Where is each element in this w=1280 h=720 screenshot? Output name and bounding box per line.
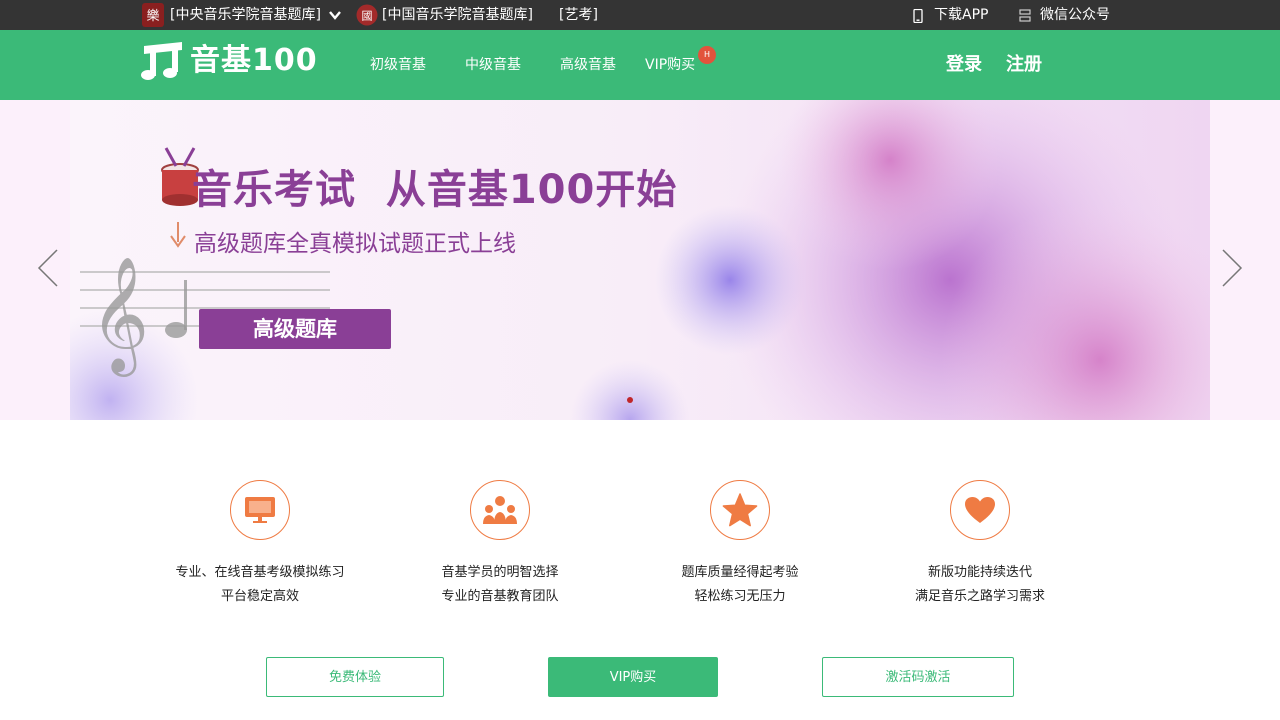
feature-text-line: 轻松练习无压力 (694, 589, 786, 604)
vip-buy-button[interactable]: VIP购买 (548, 657, 718, 697)
nav-item-advanced[interactable]: 高级音基 (560, 30, 616, 100)
banner-background: 𝄞 (70, 100, 1210, 420)
banner-carousel: 𝄞 音乐考试 从音基100开始 高级题库全真模拟试题正式上线 高级题库 (0, 100, 1280, 420)
svg-text:𝄞: 𝄞 (90, 255, 149, 377)
feature-text-line: 音基学员的明智选择 (441, 565, 559, 580)
feature-text-line: 题库质量经得起考验 (681, 565, 799, 580)
group-icon (483, 496, 517, 524)
ccom-question-bank-link[interactable]: [中国音乐学院音基题库] (382, 0, 533, 30)
banner-slide[interactable]: 𝄞 音乐考试 从音基100开始 高级题库全真模拟试题正式上线 高级题库 (70, 100, 1210, 420)
svg-text:樂: 樂 (146, 8, 159, 24)
carousel-next-arrow[interactable] (1221, 248, 1243, 288)
top-bar: 樂 [中央音乐学院音基题库] 國 [中国音乐学院音基题库] [艺考] 下载APP… (0, 0, 1280, 30)
activation-code-button[interactable]: 激活码激活 (822, 657, 1014, 697)
heart-icon (965, 497, 995, 523)
star-icon (722, 493, 758, 527)
feature-icon-wrap (950, 480, 1010, 540)
banner-advanced-bank-button[interactable]: 高级题库 (199, 309, 391, 349)
register-link[interactable]: 注册 (1006, 30, 1042, 100)
nav-item-beginner[interactable]: 初级音基 (370, 30, 426, 100)
wechat-account-link[interactable]: 微信公众号 (1040, 0, 1110, 30)
banner-subline: 高级题库全真模拟试题正式上线 (194, 231, 516, 257)
nav-item-intermediate[interactable]: 中级音基 (465, 30, 521, 100)
hot-badge: H (698, 46, 716, 64)
feature-text-line: 平台稳定高效 (220, 589, 299, 604)
free-trial-button[interactable]: 免费体验 (266, 657, 444, 697)
nav-item-vip[interactable]: VIP购买 (645, 30, 695, 100)
feature-text-line: 新版功能持续迭代 (927, 565, 1032, 580)
logo-text: 音基100 (190, 43, 318, 78)
feature-icon-wrap (710, 480, 770, 540)
login-link[interactable]: 登录 (946, 30, 982, 100)
feature-icon-wrap (230, 480, 290, 540)
svg-text:國: 國 (362, 10, 373, 23)
ccom-logo-icon: 國 (356, 4, 378, 26)
carousel-prev-arrow[interactable] (37, 248, 59, 288)
ccm-logo-icon: 樂 (142, 3, 164, 27)
art-exam-link[interactable]: [艺考] (559, 0, 598, 30)
banner-headline: 音乐考试 从音基100开始 (192, 167, 678, 213)
carousel-dot[interactable] (627, 397, 633, 403)
download-app-link[interactable]: 下载APP (934, 0, 988, 30)
phone-icon (913, 9, 923, 23)
monitor-icon (245, 497, 275, 523)
main-nav: 音基100 初级音基 中级音基 高级音基 VIP购买 H 登录 注册 (0, 30, 1280, 100)
feature-text-line: 满足音乐之路学习需求 (914, 589, 1045, 604)
wechat-icon (1019, 9, 1031, 22)
feature-item: 专业、在线音基考级模拟练习 平台稳定高效 (140, 480, 380, 609)
feature-item: 题库质量经得起考验 轻松练习无压力 (620, 480, 860, 609)
feature-icon-wrap (470, 480, 530, 540)
ccm-question-bank-link[interactable]: [中央音乐学院音基题库] (170, 0, 321, 30)
chevron-down-icon[interactable] (328, 9, 342, 21)
feature-text-line: 专业的音基教育团队 (441, 589, 559, 604)
feature-text-line: 专业、在线音基考级模拟练习 (175, 565, 345, 580)
music-note-logo-icon (141, 42, 182, 80)
site-logo[interactable]: 音基100 (140, 40, 335, 90)
feature-item: 音基学员的明智选择 专业的音基教育团队 (380, 480, 620, 609)
feature-item: 新版功能持续迭代 满足音乐之路学习需求 (860, 480, 1100, 609)
